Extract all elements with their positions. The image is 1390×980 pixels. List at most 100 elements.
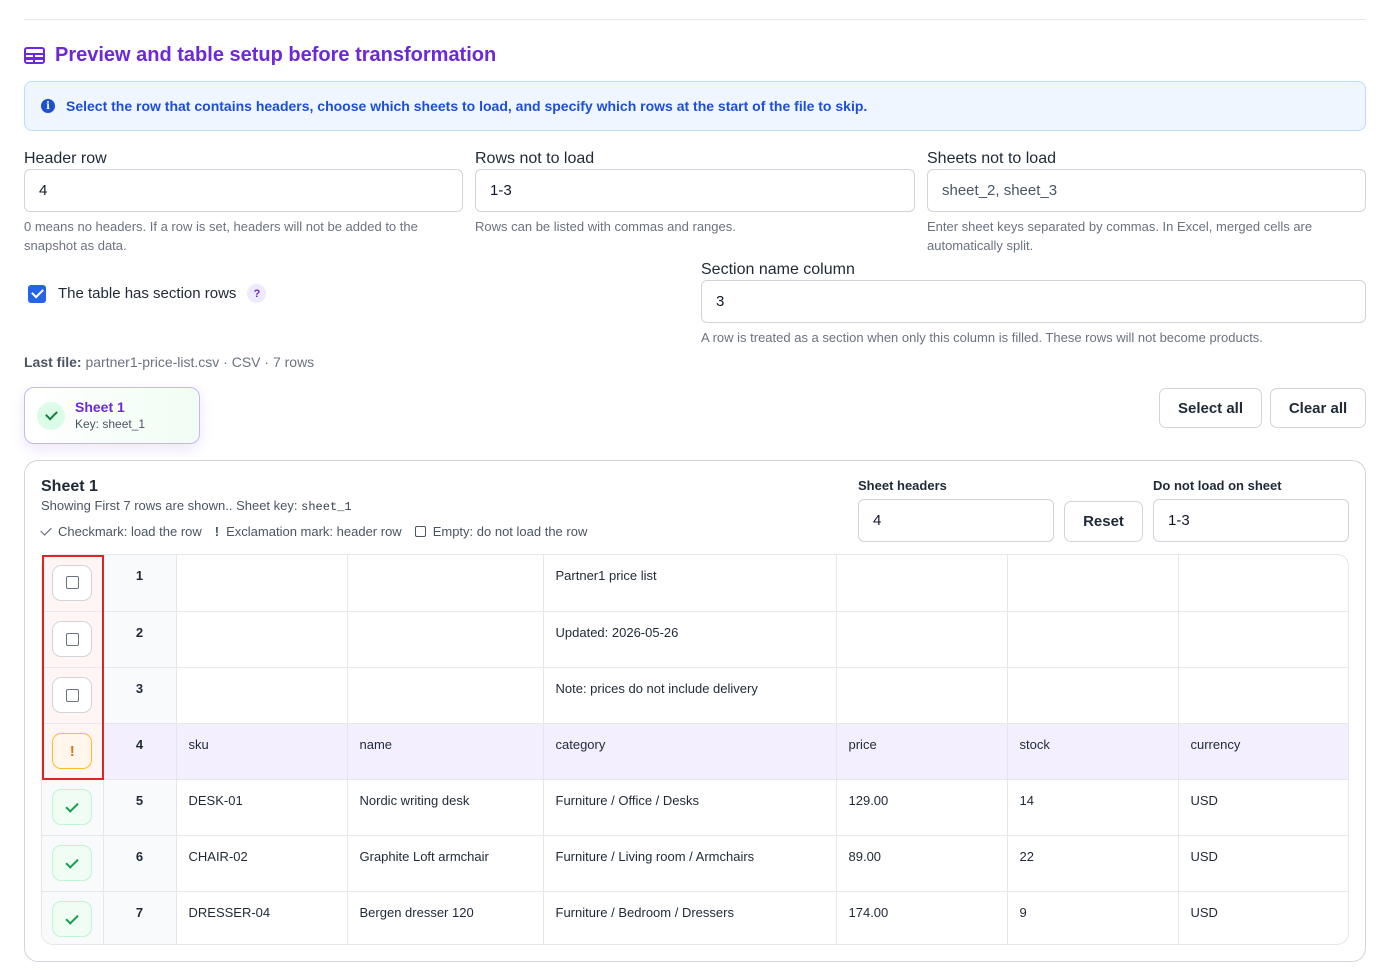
info-banner: i Select the row that contains headers, …	[24, 81, 1366, 131]
table-cell	[836, 667, 1008, 724]
table-cell	[347, 611, 544, 668]
row-load-toggle[interactable]	[52, 845, 93, 881]
table-cell: 174.00	[836, 891, 1008, 944]
section-rows-label: The table has section rows	[58, 285, 237, 302]
table-cell: Note: prices do not include delivery	[543, 667, 837, 724]
table-cell: Furniture / Living room / Armchairs	[543, 835, 837, 892]
table-cell	[1007, 667, 1179, 724]
header-row-help: 0 means no headers. If a row is set, hea…	[24, 219, 418, 253]
sheet-panel: Sheet 1 Showing First 7 rows are shown..…	[24, 460, 1366, 962]
table-cell	[176, 667, 348, 724]
table-cell: Partner1 price list	[543, 555, 837, 612]
row-number: 5	[103, 779, 177, 836]
legend-header: Exclamation mark: header row	[226, 524, 402, 539]
table-cell: DRESSER-04	[176, 891, 348, 944]
table-cell: DESK-01	[176, 779, 348, 836]
table-cell: Furniture / Bedroom / Dressers	[543, 891, 837, 944]
panel-title: Sheet 1	[41, 478, 98, 495]
page-title: Preview and table setup before transform…	[55, 43, 497, 66]
row-number: 2	[103, 611, 177, 668]
panel-subtitle-text: Showing First 7 rows are shown.. Sheet k…	[41, 498, 298, 513]
sheet-skip-input[interactable]	[1153, 499, 1349, 542]
table-cell: price	[836, 723, 1008, 780]
sheet-headers-label: Sheet headers	[858, 478, 947, 493]
sheet-chip-sheet-1[interactable]: Sheet 1 Key: sheet_1	[24, 387, 200, 444]
table-cell	[1007, 555, 1179, 612]
table-cell	[1178, 555, 1348, 612]
header-row-label: Header row	[24, 150, 107, 167]
table-cell	[836, 611, 1008, 668]
table-cell: USD	[1178, 835, 1348, 892]
last-file-label: Last file:	[24, 354, 82, 370]
row-state-legend: Checkmark: load the row ! Exclamation mar…	[40, 524, 600, 539]
top-divider	[24, 19, 1366, 20]
last-file-info: Last file: partner1-price-list.csv · CSV…	[24, 354, 314, 370]
row-state-cell	[42, 555, 104, 612]
section-col-help: A row is treated as a section when only …	[701, 330, 1263, 345]
table-cell: 129.00	[836, 779, 1008, 836]
section-col-label: Section name column	[701, 261, 855, 278]
table-cell: Furniture / Office / Desks	[543, 779, 837, 836]
clear-all-button[interactable]: Clear all	[1270, 388, 1366, 428]
last-file-value: partner1-price-list.csv · CSV · 7 rows	[85, 354, 315, 370]
row-state-cell	[42, 891, 104, 944]
table-cell: 22	[1007, 835, 1179, 892]
row-load-toggle[interactable]	[52, 789, 93, 825]
table-cell: sku	[176, 723, 348, 780]
header-row-input[interactable]	[24, 169, 463, 212]
row-state-cell	[42, 611, 104, 668]
row-number: 1	[103, 555, 177, 612]
sheets-skip-field: Sheets not to load Enter sheet keys sepa…	[927, 149, 1366, 255]
check-icon	[37, 401, 65, 430]
table-header-row: ! 4 sku name category price stock currency	[42, 723, 1348, 780]
rows-skip-label: Rows not to load	[475, 150, 595, 167]
panel-subtitle: Showing First 7 rows are shown.. Sheet k…	[41, 498, 352, 514]
table-cell: USD	[1190, 904, 1218, 920]
section-rows-toggle[interactable]: The table has section rows ?	[28, 284, 267, 303]
help-icon[interactable]: ?	[247, 284, 267, 303]
table-cell: Nordic writing desk	[347, 779, 544, 836]
row-number: 3	[103, 667, 177, 724]
sheet-chip-name: Sheet 1	[75, 398, 125, 415]
row-state-cell	[42, 779, 104, 836]
panel-sheet-key: sheet_1	[301, 500, 352, 514]
check-icon	[40, 524, 52, 536]
page-header: Preview and table setup before transform…	[24, 42, 496, 68]
table-cell: 14	[1007, 779, 1179, 836]
table-cell	[176, 555, 348, 612]
row-number: 6	[103, 835, 177, 892]
row-state-cell	[42, 835, 104, 892]
rows-skip-input[interactable]	[475, 169, 915, 212]
info-text: Select the row that contains headers, ch…	[66, 98, 868, 114]
exclamation-icon: !	[214, 524, 220, 539]
select-all-button[interactable]: Select all	[1159, 388, 1262, 428]
table-cell	[1178, 611, 1348, 668]
row-skip-toggle[interactable]	[52, 621, 93, 657]
table-icon	[24, 46, 45, 64]
table-row: 1 Partner1 price list	[42, 555, 1348, 612]
section-col-input[interactable]	[701, 280, 1366, 323]
sheet-headers-input[interactable]	[858, 499, 1054, 542]
row-load-toggle[interactable]	[52, 901, 93, 938]
table-row: 6 CHAIR-02 Graphite Loft armchair Furniture…	[42, 835, 1348, 892]
sheet-chip-key: Key: sheet_1	[75, 416, 146, 431]
table-cell	[1178, 667, 1348, 724]
table-cell: category	[543, 723, 837, 780]
table-cell: currency	[1178, 723, 1348, 780]
table-row: 2 Updated: 2026-05-26	[42, 611, 1348, 668]
section-col-field: Section name column A row is treated as …	[701, 260, 1366, 347]
table-row: 5 DESK-01 Nordic writing desk Furniture / O…	[42, 779, 1348, 836]
table-cell: CHAIR-02	[176, 835, 348, 892]
table-row: 7 DRESSER-04 Bergen dresser 120 Furniture /…	[42, 891, 1348, 944]
sheets-skip-help: Enter sheet keys separated by commas. In…	[927, 219, 1313, 253]
sheets-skip-input[interactable]	[927, 169, 1366, 212]
legend-skip: Empty: do not load the row	[432, 524, 588, 539]
reset-button[interactable]: Reset	[1064, 501, 1143, 542]
row-skip-toggle[interactable]	[52, 677, 93, 713]
row-header-toggle[interactable]: !	[52, 733, 93, 769]
legend-load: Checkmark: load the row	[58, 524, 202, 539]
sheets-skip-label: Sheets not to load	[927, 150, 1056, 167]
section-rows-checkbox[interactable]	[28, 284, 46, 303]
preview-table: 1 Partner1 price list 2 Updated: 2026-05-26…	[41, 554, 1349, 945]
row-skip-toggle[interactable]	[52, 564, 93, 601]
